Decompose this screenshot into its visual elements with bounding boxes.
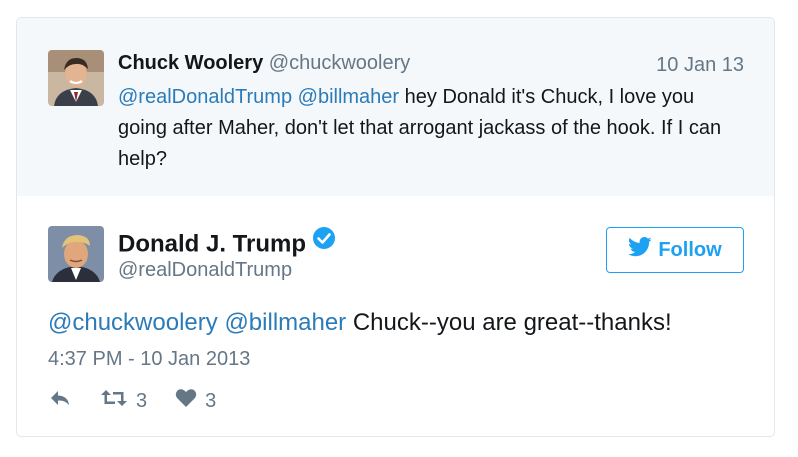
parent-tweet-header: Chuck Woolery @chuckwoolery [118, 51, 410, 75]
parent-tweet[interactable]: Chuck Woolery @chuckwoolery 10 Jan 13 @r… [17, 18, 774, 196]
reply-icon [48, 388, 72, 414]
parent-author-name[interactable]: Chuck Woolery [118, 52, 263, 74]
mention-link-billmaher[interactable]: @billmaher [224, 309, 346, 336]
follow-button-label: Follow [658, 238, 722, 261]
follow-button[interactable]: Follow [606, 227, 744, 273]
main-author-handle[interactable]: @realDonaldTrump [118, 259, 292, 282]
parent-tweet-text: @realDonaldTrump @billmaher hey Donald i… [118, 82, 748, 175]
parent-tweet-date[interactable]: 10 Jan 13 [656, 54, 744, 77]
retweet-icon [100, 388, 128, 414]
twitter-bird-icon [628, 237, 652, 263]
tweet-timestamp[interactable]: 4:37 PM - 10 Jan 2013 [48, 348, 250, 371]
tweet-actions: 3 3 [48, 388, 244, 414]
reply-button[interactable] [48, 388, 72, 414]
main-tweet-text: @chuckwoolery @billmaher Chuck--you are … [48, 307, 672, 339]
heart-icon [175, 388, 197, 414]
like-button[interactable]: 3 [175, 388, 216, 414]
donald-trump-avatar[interactable] [48, 226, 104, 282]
retweet-count: 3 [136, 389, 148, 412]
mention-link-billmaher[interactable]: @billmaher [298, 86, 399, 108]
verified-badge-icon [312, 226, 336, 258]
main-tweet-body: Chuck--you are great--thanks! [346, 309, 672, 336]
mention-link-chuckwoolery[interactable]: @chuckwoolery [48, 309, 218, 336]
main-author-name[interactable]: Donald J. Trump [118, 226, 336, 261]
parent-author-handle[interactable]: @chuckwoolery [269, 52, 410, 74]
mention-link-realdonaldtrump[interactable]: @realDonaldTrump [118, 86, 292, 108]
retweet-button[interactable]: 3 [100, 388, 147, 414]
like-count: 3 [205, 389, 217, 412]
main-author-name-text: Donald J. Trump [118, 230, 307, 258]
chuck-woolery-avatar[interactable] [48, 50, 104, 106]
embedded-tweet-card: Chuck Woolery @chuckwoolery 10 Jan 13 @r… [16, 17, 775, 437]
